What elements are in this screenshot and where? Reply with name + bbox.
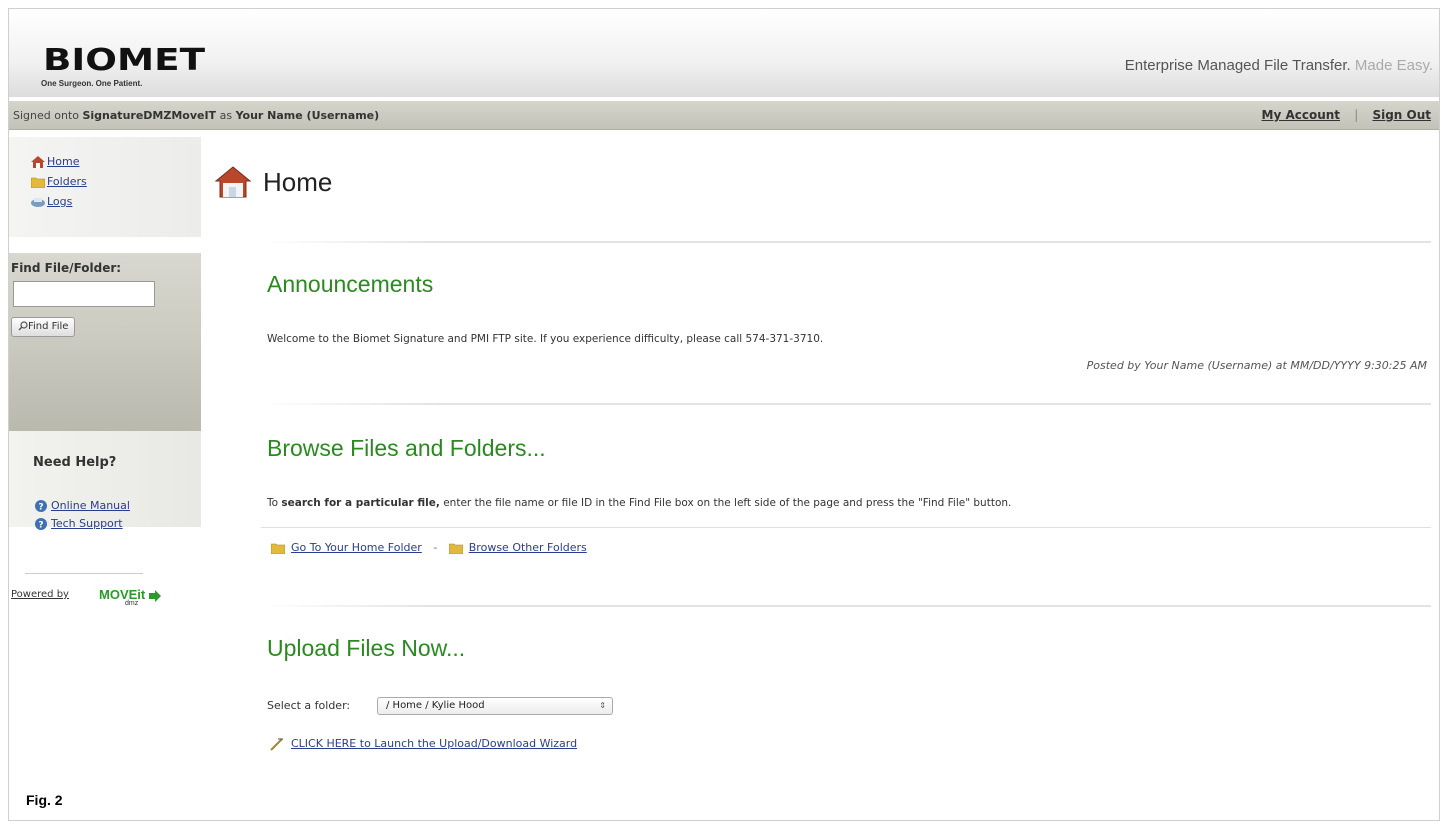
tagline-main: Enterprise Managed File Transfer. <box>1124 57 1351 74</box>
account-bar: Signed onto SignatureDMZMoveIT as Your N… <box>9 101 1439 130</box>
divider <box>261 527 1431 528</box>
moveit-brand: MOVEit <box>99 587 146 602</box>
sign-out-link[interactable]: Sign Out <box>1372 108 1431 122</box>
browse-links: Go To Your Home Folder - Browse Other Fo… <box>271 541 587 554</box>
find-file-panel: Find File/Folder: Find File <box>9 253 201 349</box>
app-frame: BIOMET One Surgeon. One Patient. Enterpr… <box>8 8 1440 821</box>
page-title: Home <box>263 167 333 197</box>
server-name: SignatureDMZMoveIT <box>82 109 217 122</box>
help-circle-icon: ? <box>35 518 47 530</box>
sidebar-item-label: Home <box>47 155 80 168</box>
arrow-right-icon <box>148 589 161 602</box>
powered-prefix: Powered by <box>11 589 69 600</box>
browse-text-prefix: To <box>267 497 279 509</box>
sidebar-spacer <box>9 349 201 431</box>
folder-icon <box>448 543 463 554</box>
sidebar-nav: Home Folders Logs <box>9 137 201 237</box>
announcement-text: Welcome to the Biomet Signature and PMI … <box>267 333 824 345</box>
sidebar-item-home[interactable]: Home <box>31 155 79 173</box>
divider <box>261 403 1431 405</box>
signed-in-status: Signed onto SignatureDMZMoveIT as Your N… <box>13 109 379 122</box>
wand-icon <box>270 738 283 751</box>
powered-by-text: Powered by <box>11 589 69 600</box>
sidebar-item-label: Folders <box>47 175 87 188</box>
sidebar-item-label: Logs <box>47 195 73 208</box>
logs-icon <box>31 198 45 207</box>
tech-support-link[interactable]: ? Tech Support <box>35 517 123 530</box>
divider <box>261 241 1431 243</box>
upload-title: Upload Files Now... <box>267 635 466 661</box>
signed-user: Your Name (Username) <box>235 109 380 122</box>
link-dash: - <box>433 541 438 554</box>
svg-text:?: ? <box>38 521 43 531</box>
browse-instructions: To search for a particular file, enter t… <box>267 497 1011 509</box>
house-icon <box>31 156 45 168</box>
help-link-label: Tech Support <box>51 517 123 530</box>
signed-prefix: Signed onto <box>13 109 79 122</box>
find-title: Find File/Folder: <box>11 261 122 275</box>
tagline-light: Made Easy. <box>1354 57 1433 74</box>
help-panel: Need Help? ? Online Manual ? Tech Suppor… <box>9 431 201 530</box>
divider <box>261 605 1431 607</box>
find-file-button[interactable]: Find File <box>11 317 76 337</box>
svg-text:BIOMET: BIOMET <box>43 43 206 75</box>
biomet-logo: BIOMET <box>43 43 206 75</box>
browse-text-bold: search for a particular file, <box>281 497 440 509</box>
logo-tagline: One Surgeon. One Patient. <box>41 79 143 88</box>
house-icon <box>215 166 251 198</box>
moveit-logo[interactable]: MOVEit dmz <box>99 587 161 607</box>
online-manual-link[interactable]: ? Online Manual <box>35 499 130 512</box>
product-tagline: Enterprise Managed File Transfer. Made E… <box>1125 57 1433 74</box>
browse-title: Browse Files and Folders... <box>267 435 546 461</box>
svg-text:?: ? <box>38 503 43 513</box>
figure-label: Fig. 2 <box>26 792 63 808</box>
powered-divider <box>25 573 143 574</box>
folder-select[interactable]: / Home / Kylie Hood ⇕ <box>377 697 613 715</box>
select-folder-label: Select a folder: <box>267 699 351 712</box>
wizard-link-row: CLICK HERE to Launch the Upload/Download… <box>269 737 577 751</box>
browse-other-folders-link[interactable]: Browse Other Folders <box>469 541 587 554</box>
select-arrows-icon: ⇕ <box>599 701 606 710</box>
find-file-input[interactable] <box>13 281 155 307</box>
link-separator: | <box>1354 108 1359 122</box>
folder-select-value: / Home / Kylie Hood <box>386 700 485 711</box>
as-text: as <box>219 109 233 122</box>
folder-icon <box>271 543 285 554</box>
sidebar-item-logs[interactable]: Logs <box>31 195 72 213</box>
help-title: Need Help? <box>33 455 117 470</box>
magnifier-icon <box>18 321 28 331</box>
folder-icon <box>31 177 45 188</box>
announcement-posted: Posted by Your Name (Username) at MM/DD/… <box>1086 359 1427 372</box>
sidebar-item-folders[interactable]: Folders <box>31 175 87 193</box>
help-circle-icon: ? <box>35 500 47 512</box>
find-button-label: Find File <box>28 321 69 332</box>
header: BIOMET One Surgeon. One Patient. Enterpr… <box>9 9 1439 97</box>
account-links: My Account | Sign Out <box>1262 108 1432 122</box>
announcements-title: Announcements <box>267 271 434 297</box>
my-account-link[interactable]: My Account <box>1262 108 1341 122</box>
browse-text-rest: enter the file name or file ID in the Fi… <box>443 497 1012 509</box>
help-link-label: Online Manual <box>51 499 130 512</box>
go-home-folder-link[interactable]: Go To Your Home Folder <box>291 541 422 554</box>
launch-wizard-link[interactable]: CLICK HERE to Launch the Upload/Download… <box>291 737 577 750</box>
